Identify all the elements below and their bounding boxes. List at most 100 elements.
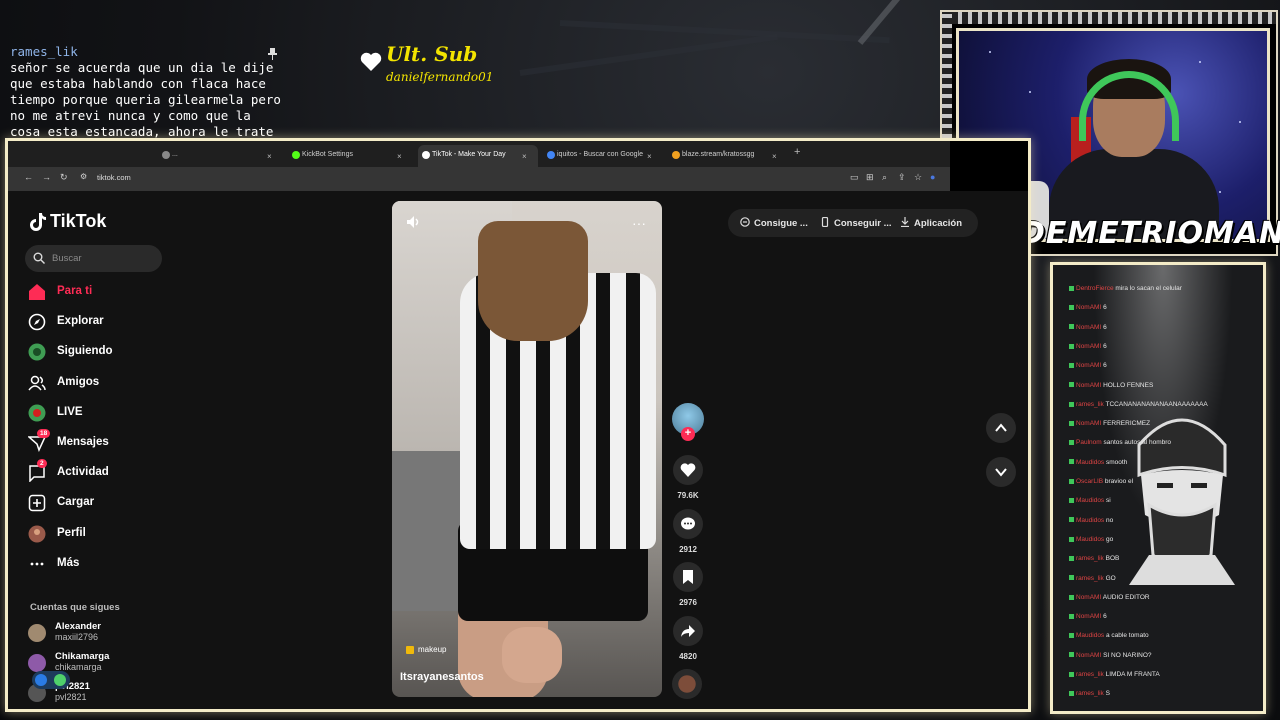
sidebar-item-cargar[interactable]: Cargar	[28, 492, 188, 516]
chat-badge-icon	[1069, 652, 1074, 658]
sidebar-item-siguiendo[interactable]: Siguiendo	[28, 341, 188, 365]
more-options-icon[interactable]: ···	[632, 215, 646, 231]
chat-badge-icon	[1069, 401, 1074, 407]
browser-tab[interactable]: ... ×	[158, 145, 283, 167]
sidebar-item-label: LIVE	[57, 405, 83, 418]
new-tab-icon[interactable]: +	[794, 146, 800, 158]
sound-disc[interactable]	[672, 669, 702, 699]
chat-text: go	[1106, 535, 1114, 543]
sidebar-item-para-ti[interactable]: Para ti	[28, 281, 188, 305]
zoom-icon[interactable]: ⌕	[882, 172, 887, 183]
following-avatar-icon	[28, 343, 46, 361]
top-action-button[interactable]: Conseguir ...	[834, 218, 892, 229]
sidebar-item-amigos[interactable]: Amigos	[28, 372, 188, 396]
video-tag[interactable]: makeup	[406, 645, 446, 654]
followed-account[interactable]: Alexander maxiil2796	[28, 621, 178, 647]
chat-text: SI NO NARINO?	[1103, 651, 1152, 659]
chat-username: rames_lik	[1076, 690, 1104, 698]
top-action-button[interactable]: Consigue ...	[754, 218, 808, 229]
chat-text: si	[1106, 497, 1111, 505]
search-input[interactable]: Buscar	[25, 245, 162, 272]
sidebar-item-label: Cargar	[57, 496, 95, 509]
share-arrow-icon	[681, 625, 695, 637]
bookmark-star-icon[interactable]: ☆	[914, 172, 922, 183]
comment-icon	[681, 517, 695, 530]
site-info-icon[interactable]: ⚙	[80, 172, 87, 181]
chat-line: Maudidos go	[1069, 536, 1113, 544]
chat-username: rames_lik	[1076, 671, 1104, 678]
chat-line: NomAMI 6	[1069, 324, 1107, 332]
browser-tab[interactable]: blaze.stream/kratossgg ×	[668, 145, 788, 167]
like-heart-icon	[680, 463, 696, 477]
avatar	[28, 624, 46, 642]
sidebar-item-label: Amigos	[57, 375, 100, 388]
url-field[interactable]: tiktok.com	[97, 173, 131, 182]
chat-text: AUDIO EDITOR	[1102, 593, 1150, 601]
sidebar-item-live[interactable]: LIVE	[28, 402, 188, 426]
chat-username: rames_lik	[10, 44, 78, 59]
chat-line: Paulnom santos autos al hombro	[1069, 439, 1171, 447]
chat-text: TCCANANANANANAANAAAAAAA	[1105, 400, 1208, 408]
share-icon[interactable]: ⇪	[898, 172, 906, 183]
sidebar-item-perfil[interactable]: Perfil	[28, 523, 188, 547]
sidebar-item-explorar[interactable]: Explorar	[28, 311, 188, 335]
cast-icon[interactable]: ▭	[850, 172, 859, 183]
chat-badge-icon	[1069, 285, 1074, 291]
forward-icon[interactable]: →	[42, 172, 51, 182]
sidebar-item-label: Mensajes	[57, 436, 109, 448]
chat-text: 6	[1103, 362, 1107, 370]
account-name: Alexander	[55, 621, 101, 632]
previous-video-button[interactable]	[986, 413, 1016, 443]
like-button[interactable]: 79.6K	[672, 455, 704, 500]
comment-button[interactable]: 2912	[672, 509, 704, 554]
stream-chat-panel: DentroFierce mira lo sacan el celular Nom…	[1050, 262, 1266, 714]
profile-icon[interactable]: ●	[930, 172, 935, 182]
video-author[interactable]: Itsrayanesantos	[400, 671, 484, 683]
chat-badge-icon	[1069, 575, 1074, 581]
tiktok-logo[interactable]: TikTok	[30, 211, 106, 232]
extension-floating-button[interactable]	[32, 671, 70, 689]
mute-icon[interactable]	[406, 215, 422, 229]
sidebar-item-label: Más	[57, 556, 80, 569]
video-scene	[502, 627, 562, 683]
chat-badge-icon	[1069, 633, 1074, 639]
chat-text: no	[1106, 516, 1114, 524]
close-tab-icon[interactable]: ×	[522, 152, 527, 161]
sidebar-item-actividad[interactable]: 2 Actividad	[28, 459, 188, 486]
sidebar-item-más[interactable]: Más	[28, 553, 188, 577]
browser-tab[interactable]: iquitos - Buscar con Google ×	[543, 145, 663, 167]
save-button[interactable]: 2976	[672, 562, 704, 607]
chat-text: 6	[1103, 613, 1107, 621]
browser-tab[interactable]: TikTok - Make Your Day ×	[418, 145, 538, 167]
share-button[interactable]: 4820	[672, 616, 704, 661]
chat-badge-icon	[1069, 440, 1074, 446]
sidebar-item-label: Siguiendo	[57, 345, 113, 358]
chat-username: Maudidos	[1076, 535, 1105, 543]
next-video-button[interactable]	[986, 457, 1016, 487]
close-tab-icon[interactable]: ×	[397, 152, 402, 161]
sidebar-item-mensajes[interactable]: 18 Mensajes	[28, 429, 188, 456]
top-action-button[interactable]: Aplicación	[914, 218, 962, 229]
chat-line: Maudidos smooth	[1069, 459, 1127, 467]
search-icon	[33, 252, 45, 264]
browser-tab[interactable]: KickBot Settings ×	[288, 145, 413, 167]
reload-icon[interactable]: ↻	[60, 172, 68, 183]
close-tab-icon[interactable]: ×	[772, 152, 777, 161]
chat-line: NomAMI 6	[1069, 304, 1107, 312]
chat-badge-icon	[1069, 420, 1074, 426]
last-sub-widget: Ult. Sub danielfernando01	[360, 42, 540, 92]
chat-username: rames_lik	[1076, 400, 1104, 408]
chat-username: Maudidos	[1076, 497, 1105, 505]
back-icon[interactable]: ←	[24, 172, 33, 182]
tag-icon	[406, 645, 414, 654]
close-tab-icon[interactable]: ×	[267, 152, 272, 161]
tiktok-logo-text: TikTok	[50, 211, 107, 231]
video-player[interactable]: ··· makeup Itsrayanesantos	[392, 201, 662, 697]
translate-icon[interactable]: ⊞	[866, 172, 874, 183]
chat-text: santos autos al hombro	[1103, 439, 1172, 447]
tab-label: iquitos - Buscar con Google	[557, 151, 643, 158]
close-tab-icon[interactable]: ×	[647, 152, 652, 161]
tab-favicon	[162, 151, 170, 159]
chat-text: GO	[1105, 574, 1116, 582]
follow-plus-icon[interactable]: +	[681, 427, 695, 441]
